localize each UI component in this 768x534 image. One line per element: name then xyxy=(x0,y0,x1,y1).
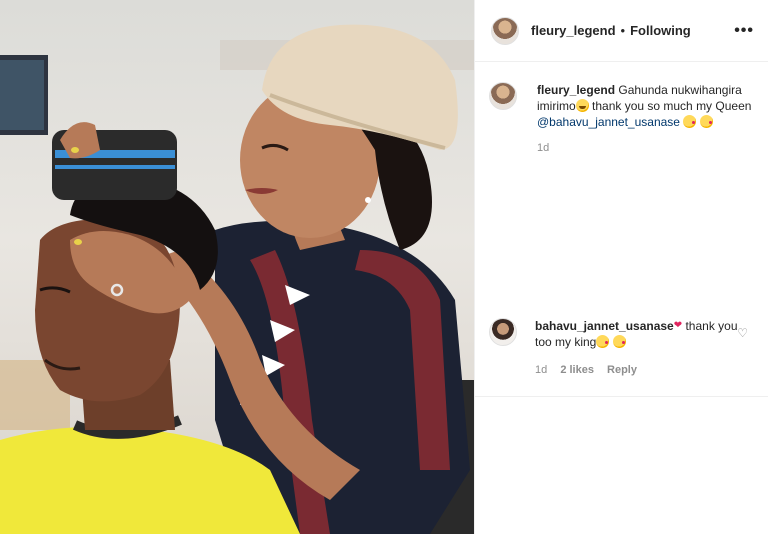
post-photo[interactable] xyxy=(0,0,474,534)
following-button[interactable]: Following xyxy=(630,23,691,38)
author-username[interactable]: fleury_legend xyxy=(531,23,616,38)
caption-mention[interactable]: @bahavu_jannet_usanase xyxy=(537,115,680,129)
reply-button[interactable]: Reply xyxy=(607,364,637,376)
comment-time[interactable]: 1d xyxy=(535,364,547,376)
photo-illustration xyxy=(0,24,474,534)
kiss-emoji-icon xyxy=(596,335,610,348)
comment-item: bahavu_jannet_usanase❤ thank you too my … xyxy=(489,318,754,378)
caption-time[interactable]: 1d xyxy=(537,142,549,154)
kiss-emoji-icon xyxy=(683,115,697,128)
kiss-emoji-icon xyxy=(699,115,713,128)
earring xyxy=(365,197,371,203)
comment-likes[interactable]: 2 likes xyxy=(560,364,594,376)
comment-meta: 1d 2 likes Reply xyxy=(535,362,754,378)
kiss-emoji-icon xyxy=(612,335,626,348)
panel-divider xyxy=(475,396,768,397)
header-separator: • xyxy=(620,23,626,38)
caption-text-2: thank you so much my Queen xyxy=(588,99,752,113)
post-header: fleury_legend • Following ••• xyxy=(475,0,768,62)
caption-username[interactable]: fleury_legend xyxy=(537,83,615,97)
grinning-emoji-icon xyxy=(575,99,589,112)
caption: fleury_legend Gahunda nukwihangira imiri… xyxy=(489,82,754,156)
heart-emoji-icon: ❤ xyxy=(673,320,683,331)
author-avatar[interactable] xyxy=(491,16,519,45)
caption-avatar[interactable] xyxy=(489,82,517,110)
commenter-avatar[interactable] xyxy=(489,318,517,346)
caption-meta: 1d xyxy=(537,140,754,156)
heart-outline-icon[interactable]: ♡ xyxy=(737,326,748,340)
comment-username[interactable]: bahavu_jannet_usanase xyxy=(535,319,674,333)
more-horizontal-icon[interactable]: ••• xyxy=(734,22,754,40)
post-side-panel: fleury_legend • Following ••• fleury_leg… xyxy=(474,0,768,534)
